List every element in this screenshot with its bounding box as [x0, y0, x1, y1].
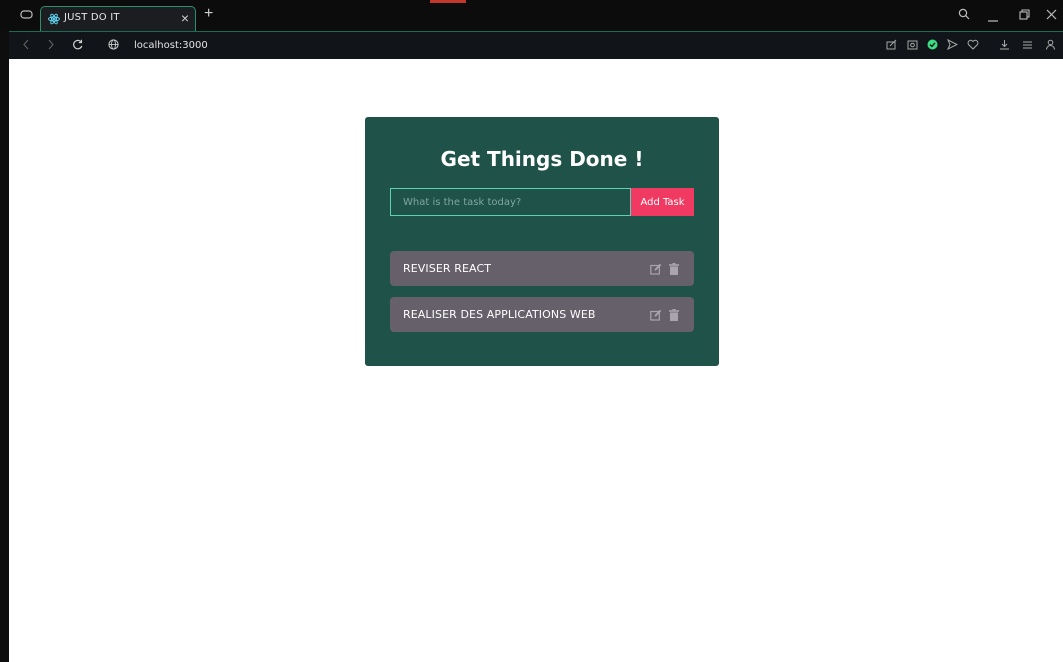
todo-label: REALISER DES APPLICATIONS WEB	[403, 308, 596, 321]
url-text[interactable]: localhost:3000	[134, 40, 208, 51]
restore-icon[interactable]	[1019, 9, 1030, 23]
todo-card: Get Things Done ! Add Task REVISER REACT…	[365, 117, 719, 366]
share-icon[interactable]	[886, 39, 897, 54]
add-task-button[interactable]: Add Task	[631, 188, 694, 216]
forward-icon[interactable]	[47, 39, 55, 54]
app-title: Get Things Done !	[440, 147, 644, 171]
heart-icon[interactable]	[967, 39, 979, 54]
reload-icon[interactable]	[72, 39, 83, 54]
new-tab-icon[interactable]: +	[204, 5, 213, 23]
edit-icon[interactable]	[650, 262, 662, 275]
tab-close-icon[interactable]: ×	[181, 9, 189, 27]
edit-icon[interactable]	[650, 308, 662, 321]
todo-item: REVISER REACT	[390, 251, 694, 286]
todo-label: REVISER REACT	[403, 262, 492, 275]
back-icon[interactable]	[22, 39, 30, 54]
trash-icon[interactable]	[669, 308, 679, 321]
task-input[interactable]	[390, 188, 631, 216]
todo-item: REALISER DES APPLICATIONS WEB	[390, 297, 694, 332]
shield-check-icon[interactable]	[927, 39, 938, 54]
search-icon[interactable]	[958, 8, 970, 23]
browser-tab-bar: JUST DO IT × +	[0, 0, 1063, 31]
active-tab[interactable]: JUST DO IT ×	[40, 6, 196, 31]
send-icon[interactable]	[946, 38, 959, 54]
browser-address-bar: localhost:3000	[9, 31, 1063, 59]
minimize-icon[interactable]	[988, 11, 998, 25]
download-icon[interactable]	[999, 39, 1010, 54]
close-window-icon[interactable]	[1046, 9, 1057, 23]
trash-icon[interactable]	[669, 262, 679, 275]
site-info-icon[interactable]	[108, 39, 119, 54]
tab-title: JUST DO IT	[64, 12, 120, 23]
window-left-edge	[0, 0, 9, 662]
menu-icon[interactable]	[1022, 39, 1033, 54]
profile-icon[interactable]	[1045, 39, 1056, 54]
react-favicon-icon	[48, 12, 60, 25]
screenshot-icon[interactable]	[907, 39, 918, 54]
recording-indicator	[430, 0, 466, 3]
workspace-icon[interactable]	[20, 9, 33, 23]
